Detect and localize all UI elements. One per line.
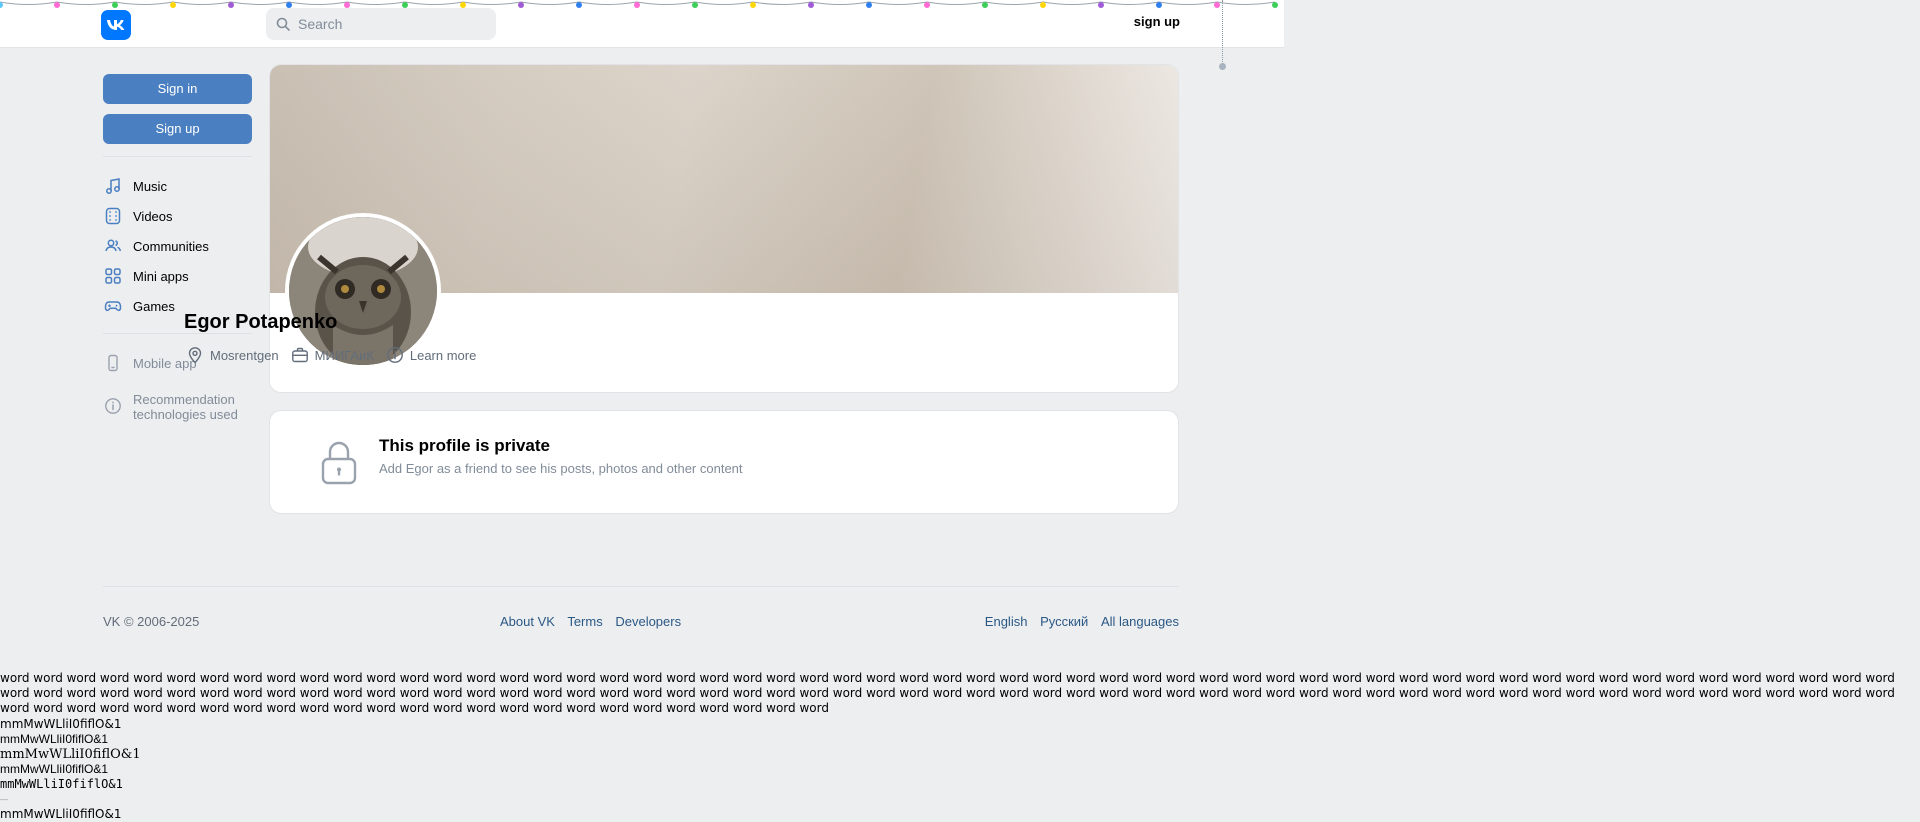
font-line: mmMwWLliI0fiflO&1 [0,777,123,791]
copyright: VK © 2006-2025 [103,614,200,629]
terms-link[interactable]: Terms [567,614,602,629]
header-signup-link[interactable]: sign up [1120,14,1180,29]
search-icon [276,17,290,31]
briefcase-icon [291,347,308,363]
location-label: Mosrentgen [210,347,279,363]
private-profile-card: This profile is private Add Egor as a fr… [269,410,1179,514]
vk-logo-icon[interactable] [101,10,131,40]
profile-meta: Mosrentgen МИИГАиК Learn more [186,346,488,364]
about-vk-link[interactable]: About VK [500,614,555,629]
font-line: mmMwWLliI0fiflO&1 [0,747,141,762]
all-languages-link[interactable]: All languages [1101,614,1179,629]
video-icon [103,206,123,226]
font-line: mmMwWLliI0fiflO&1 [0,762,109,776]
users-icon [103,236,123,256]
private-subtitle: Add Egor as a friend to see his posts, p… [379,461,743,476]
top-header: sign up [0,0,1284,48]
profile-work[interactable]: МИИГАиК [291,346,374,364]
private-title: This profile is private [379,436,550,455]
russian-link[interactable]: Русский [1040,614,1088,629]
music-icon [103,176,123,196]
garland-decoration [0,1,1278,8]
sidebar-divider [103,156,252,157]
grid-icon [103,266,123,286]
sign-in-button[interactable]: Sign in [103,74,252,104]
sidebar-item-communities[interactable]: Communities [103,231,252,261]
sidebar-item-music[interactable]: Music [103,171,252,201]
font-line: mmMwWLliI0fiflO&1 [0,732,109,746]
gamepad-icon [103,296,123,316]
sign-up-button[interactable]: Sign up [103,114,252,144]
profile-card [269,64,1179,393]
work-label: МИИГАиК [314,347,374,363]
font-test-lines: mmMwWLliI0fiflO&1 mmMwWLliI0fiflO&1 mmMw… [0,717,141,822]
sidebar-item-recommendations[interactable]: Recommendation technologies used [103,392,252,422]
sidebar-item-label: Music [133,178,167,194]
info-icon [103,396,123,416]
location-pin-icon [188,347,202,364]
lamp-string-decoration [1222,0,1223,64]
font-line-dash: — [0,795,8,804]
font-line: mmMwWLliI0fiflO&1 [0,717,122,731]
search-input[interactable] [298,16,478,32]
sidebar-item-label: Communities [133,238,209,254]
left-sidebar: Sign in Sign up Music Videos Communities… [103,74,252,422]
lock-icon [321,441,357,485]
lamp-bulb-decoration [1219,63,1226,70]
phone-icon [103,353,123,373]
learn-more-link[interactable]: Learn more [386,346,476,364]
sidebar-item-label: Games [133,298,175,314]
english-link[interactable]: English [985,614,1028,629]
footer-divider [103,586,1179,587]
sidebar-item-mini-apps[interactable]: Mini apps [103,261,252,291]
search-box[interactable] [266,8,496,40]
info-icon [386,347,403,363]
sidebar-item-videos[interactable]: Videos [103,201,252,231]
word-test-text: word word word word word word word word … [0,671,1895,715]
font-line: mmMwWLliI0fiflO&1 [0,807,122,821]
sidebar-item-label: Mini apps [133,268,189,284]
sidebar-item-label: Videos [133,208,173,224]
developers-link[interactable]: Developers [615,614,681,629]
learn-more-label: Learn more [409,347,477,363]
profile-name: Egor Potapenko [184,311,338,333]
avatar-photo [289,217,437,365]
recommendation-line-2: technologies used [133,407,238,422]
profile-location[interactable]: Mosrentgen [186,346,279,364]
recommendation-line-1: Recommendation [133,392,235,407]
